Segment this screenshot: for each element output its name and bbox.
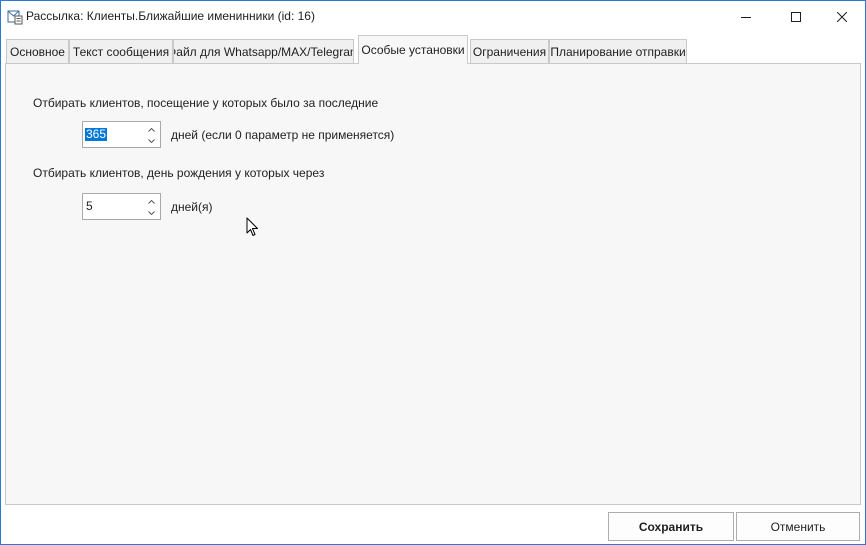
mouse-pointer-icon bbox=[246, 217, 259, 238]
title-bar[interactable]: Рассылка: Клиенты.Ближайшие именинники (… bbox=[1, 1, 865, 32]
visit-period-label: Отбирать клиентов, посещение у которых б… bbox=[33, 96, 379, 110]
visit-days-stepper[interactable]: 365 bbox=[82, 121, 161, 148]
birthday-days-value[interactable]: 5 bbox=[85, 200, 94, 213]
save-button[interactable]: Сохранить bbox=[608, 512, 734, 541]
close-button[interactable] bbox=[819, 1, 865, 32]
visit-days-value[interactable]: 365 bbox=[85, 128, 108, 141]
minimize-icon bbox=[741, 12, 751, 22]
visit-days-unit: дней (если 0 параметр не применяется) bbox=[171, 128, 395, 142]
cancel-button[interactable]: Отменить bbox=[736, 512, 860, 541]
minimize-button[interactable] bbox=[723, 1, 769, 32]
chevron-up-icon[interactable] bbox=[145, 196, 157, 207]
tab-send-schedule[interactable]: Планирование отправки bbox=[549, 39, 687, 63]
birthday-days-stepper[interactable]: 5 bbox=[82, 193, 161, 220]
mail-form-icon bbox=[7, 9, 23, 25]
maximize-icon bbox=[791, 11, 801, 22]
window-title: Рассылка: Клиенты.Ближайшие именинники (… bbox=[26, 9, 315, 23]
maximize-button[interactable] bbox=[773, 1, 819, 32]
birthday-period-label: Отбирать клиентов, день рождения у котор… bbox=[33, 166, 325, 180]
dialog-window: Рассылка: Клиенты.Ближайшие именинники (… bbox=[0, 0, 866, 545]
birthday-days-unit: дней(я) bbox=[171, 200, 213, 214]
chevron-down-icon[interactable] bbox=[145, 135, 157, 146]
close-icon bbox=[837, 11, 847, 22]
tab-special-settings[interactable]: Особые установки bbox=[358, 35, 468, 64]
chevron-down-icon[interactable] bbox=[145, 207, 157, 218]
settings-panel: Отбирать клиентов, посещение у которых б… bbox=[5, 63, 861, 505]
chevron-up-icon[interactable] bbox=[145, 124, 157, 135]
tab-strip: Основное Текст сообщения Файл для Whatsa… bbox=[5, 35, 865, 64]
tab-main[interactable]: Основное bbox=[6, 39, 69, 63]
tab-messenger-file[interactable]: Файл для Whatsapp/MAX/Telegram bbox=[173, 39, 354, 63]
tab-restrictions[interactable]: Ограничения bbox=[470, 39, 549, 63]
tab-message-text[interactable]: Текст сообщения bbox=[69, 39, 173, 63]
